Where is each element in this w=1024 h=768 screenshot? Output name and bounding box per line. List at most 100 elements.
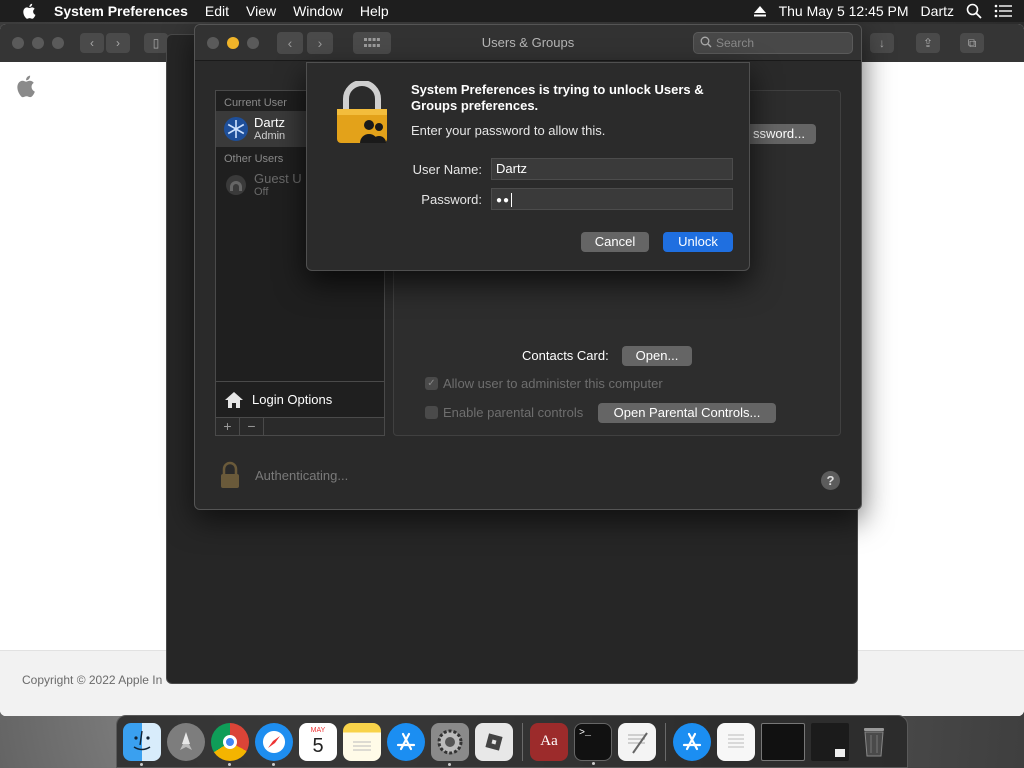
username-label: User Name: xyxy=(412,162,482,177)
authentication-status: Authenticating... xyxy=(219,461,348,489)
running-indicator xyxy=(272,762,275,766)
authentication-dialog: System Preferences is trying to unlock U… xyxy=(306,62,750,271)
padlock-icon[interactable] xyxy=(219,461,241,489)
calendar-month: MAY xyxy=(310,727,326,734)
allow-admin-label: Allow user to administer this computer xyxy=(443,376,663,391)
menu-app-name[interactable]: System Preferences xyxy=(54,3,188,19)
browser-zoom-button[interactable] xyxy=(52,37,64,49)
text-caret xyxy=(511,192,513,207)
browser-back-icon[interactable]: ‹ xyxy=(80,33,104,53)
add-user-button[interactable]: + xyxy=(216,418,240,435)
parental-controls-label: Enable parental controls xyxy=(443,405,584,420)
running-indicator xyxy=(448,762,451,766)
safari-icon[interactable] xyxy=(255,722,293,766)
guest-user-status: Off xyxy=(254,185,269,198)
menu-help[interactable]: Help xyxy=(360,3,389,19)
browser-traffic-lights xyxy=(12,37,72,49)
dialog-instruction: Enter your password to allow this. xyxy=(411,123,606,138)
allow-admin-checkbox[interactable]: ✓ Allow user to administer this computer xyxy=(425,376,663,391)
search-placeholder: Search xyxy=(716,36,755,50)
minimize-button[interactable] xyxy=(227,36,239,49)
remove-user-button[interactable]: − xyxy=(240,418,264,435)
close-button[interactable] xyxy=(207,36,219,49)
change-password-button[interactable]: ssword... xyxy=(742,124,816,144)
terminal-icon[interactable]: >_ xyxy=(574,722,612,765)
search-field[interactable]: Search xyxy=(693,32,853,54)
menu-edit[interactable]: Edit xyxy=(205,3,229,19)
dock-separator xyxy=(522,722,523,761)
password-field[interactable]: ●● xyxy=(491,188,733,210)
add-remove-bar: + − xyxy=(215,417,385,436)
running-indicator xyxy=(592,761,595,765)
open-parental-controls-button[interactable]: Open Parental Controls... xyxy=(598,403,776,423)
textedit-icon[interactable] xyxy=(618,722,656,761)
contacts-card-label: Contacts Card: xyxy=(522,348,609,363)
show-all-grid-icon[interactable] xyxy=(353,31,391,54)
cancel-button[interactable]: Cancel xyxy=(581,232,649,252)
contacts-open-button[interactable]: Open... xyxy=(622,346,692,366)
parental-controls-checkbox[interactable]: Enable parental controls xyxy=(425,405,583,420)
dock: MAY 5 Aa >_ xyxy=(116,715,908,768)
guest-user-icon xyxy=(224,173,248,197)
user-role: Admin xyxy=(254,129,286,142)
house-icon xyxy=(225,391,243,408)
running-indicator xyxy=(228,762,231,766)
screenshot-stack-icon[interactable] xyxy=(811,722,849,761)
menu-bar: System Preferences Edit View Window Help… xyxy=(0,0,1024,22)
eject-icon[interactable] xyxy=(753,5,767,17)
snowflake-avatar-icon xyxy=(224,117,248,141)
checkbox-box xyxy=(425,406,438,419)
menu-clock[interactable]: Thu May 5 12:45 PM xyxy=(779,3,909,19)
running-indicator xyxy=(140,762,143,766)
lock-users-icon xyxy=(337,81,387,143)
dictionary-icon[interactable]: Aa xyxy=(530,722,568,761)
system-preferences-icon[interactable] xyxy=(431,722,469,766)
menu-window[interactable]: Window xyxy=(293,3,343,19)
app-store-icon[interactable] xyxy=(387,722,425,761)
browser-forward-icon[interactable]: › xyxy=(106,33,130,53)
browser-close-button[interactable] xyxy=(12,37,24,49)
apple-menu-icon[interactable] xyxy=(20,2,40,20)
username-value: Dartz xyxy=(496,161,528,176)
username-field[interactable]: Dartz xyxy=(491,158,733,180)
guest-user-name: Guest U xyxy=(254,170,302,186)
notes-icon[interactable] xyxy=(343,722,381,761)
checkmark-icon: ✓ xyxy=(425,377,438,390)
apple-logo-icon xyxy=(17,75,35,98)
minimized-window-icon[interactable] xyxy=(761,722,805,761)
spotlight-search-icon[interactable] xyxy=(966,3,982,19)
launchpad-icon[interactable] xyxy=(167,722,205,761)
trash-icon[interactable] xyxy=(855,723,893,761)
chrome-center xyxy=(223,734,237,749)
login-options-item[interactable]: Login Options xyxy=(215,381,385,417)
dock-separator xyxy=(665,722,666,761)
browser-minimize-button[interactable] xyxy=(32,37,44,49)
tabs-overview-icon[interactable]: ⧉ xyxy=(960,33,984,53)
back-button[interactable]: ‹ xyxy=(277,31,303,54)
password-label: Password: xyxy=(421,192,482,207)
share-icon[interactable]: ⇪ xyxy=(916,33,940,53)
sidebar-toggle-icon[interactable]: ▯ xyxy=(144,33,168,53)
menu-user-name[interactable]: Dartz xyxy=(921,3,954,19)
finder-icon[interactable] xyxy=(123,722,161,766)
password-value: ●● xyxy=(496,195,511,206)
chrome-icon[interactable] xyxy=(211,722,249,766)
zoom-button[interactable] xyxy=(247,36,259,49)
menu-view[interactable]: View xyxy=(246,3,276,19)
calendar-icon[interactable]: MAY 5 xyxy=(299,722,337,761)
login-options-label: Login Options xyxy=(252,392,333,407)
help-button[interactable]: ? xyxy=(821,471,840,490)
forward-button[interactable]: › xyxy=(307,31,333,54)
window-traffic-lights xyxy=(207,36,267,49)
calendar-day: 5 xyxy=(312,735,324,757)
window-titlebar: ‹ › Users & Groups Search xyxy=(195,25,861,61)
search-icon xyxy=(700,36,712,48)
roblox-icon[interactable] xyxy=(475,722,513,761)
download-icon[interactable]: ↓ xyxy=(870,33,894,53)
downloads-stack-icon[interactable] xyxy=(673,722,711,761)
unlock-button[interactable]: Unlock xyxy=(663,232,733,252)
control-center-icon[interactable] xyxy=(994,4,1012,18)
document-icon[interactable] xyxy=(717,722,755,761)
dialog-heading: System Preferences is trying to unlock U… xyxy=(411,82,704,113)
authenticating-text: Authenticating... xyxy=(255,467,349,483)
